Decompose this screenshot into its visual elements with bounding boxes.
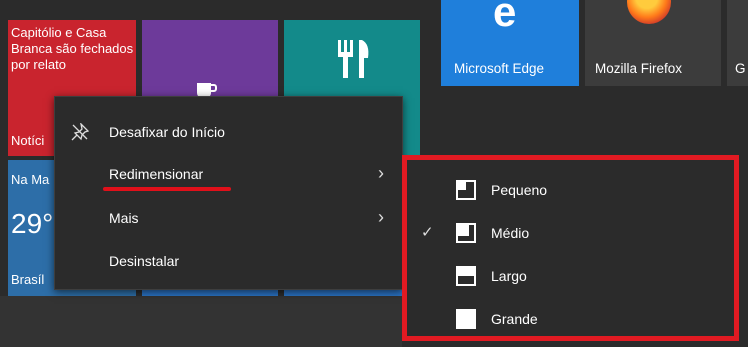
size-option-label: Grande <box>491 311 538 327</box>
size-option-medium[interactable]: ✓ Médio <box>407 213 734 255</box>
firefox-icon <box>627 0 671 24</box>
firefox-tile[interactable]: Mozilla Firefox <box>585 0 721 86</box>
size-option-label: Largo <box>491 268 527 284</box>
checkmark-icon: ✓ <box>421 224 434 241</box>
start-background <box>0 296 402 347</box>
weather-city: Na Ma <box>11 172 50 187</box>
news-app-label: Notíci <box>11 133 45 148</box>
edge-icon: e <box>493 0 517 35</box>
weather-temperature: 29° <box>11 208 54 239</box>
size-option-label: Pequeno <box>491 182 548 198</box>
menu-item-more[interactable]: Mais › <box>55 197 402 239</box>
menu-item-label: Redimensionar <box>109 166 204 182</box>
menu-item-label: Mais <box>109 210 139 226</box>
fork-knife-icon <box>334 38 374 90</box>
unpin-icon <box>71 122 90 146</box>
small-size-icon <box>456 180 476 200</box>
menu-item-label: Desinstalar <box>109 253 180 269</box>
partial-tile[interactable]: G <box>727 0 748 86</box>
weather-country: Brasíl <box>11 272 45 287</box>
medium-size-icon <box>456 223 476 243</box>
menu-item-uninstall[interactable]: Desinstalar <box>55 240 402 282</box>
size-option-small[interactable]: Pequeno <box>407 170 734 212</box>
edge-label: Microsoft Edge <box>454 61 545 76</box>
wide-size-icon <box>456 266 476 286</box>
large-size-icon <box>456 309 476 329</box>
firefox-label: Mozilla Firefox <box>595 61 683 76</box>
resize-submenu: Pequeno ✓ Médio Largo Grande <box>402 155 739 341</box>
size-option-wide[interactable]: Largo <box>407 256 734 298</box>
edge-tile[interactable]: e Microsoft Edge <box>441 0 579 86</box>
chevron-right-icon: › <box>378 207 384 227</box>
annotation-underline <box>103 187 231 191</box>
context-menu: Desafixar do Início Redimensionar › Mais… <box>54 96 403 290</box>
size-option-label: Médio <box>491 225 530 241</box>
size-option-large[interactable]: Grande <box>407 299 734 341</box>
partial-tile-label: G <box>735 61 746 76</box>
menu-item-label: Desafixar do Início <box>109 124 225 140</box>
chevron-right-icon: › <box>378 163 384 183</box>
news-headline: Capitólio e Casa Branca são fechados por… <box>11 25 134 72</box>
menu-item-unpin[interactable]: Desafixar do Início <box>55 111 402 153</box>
